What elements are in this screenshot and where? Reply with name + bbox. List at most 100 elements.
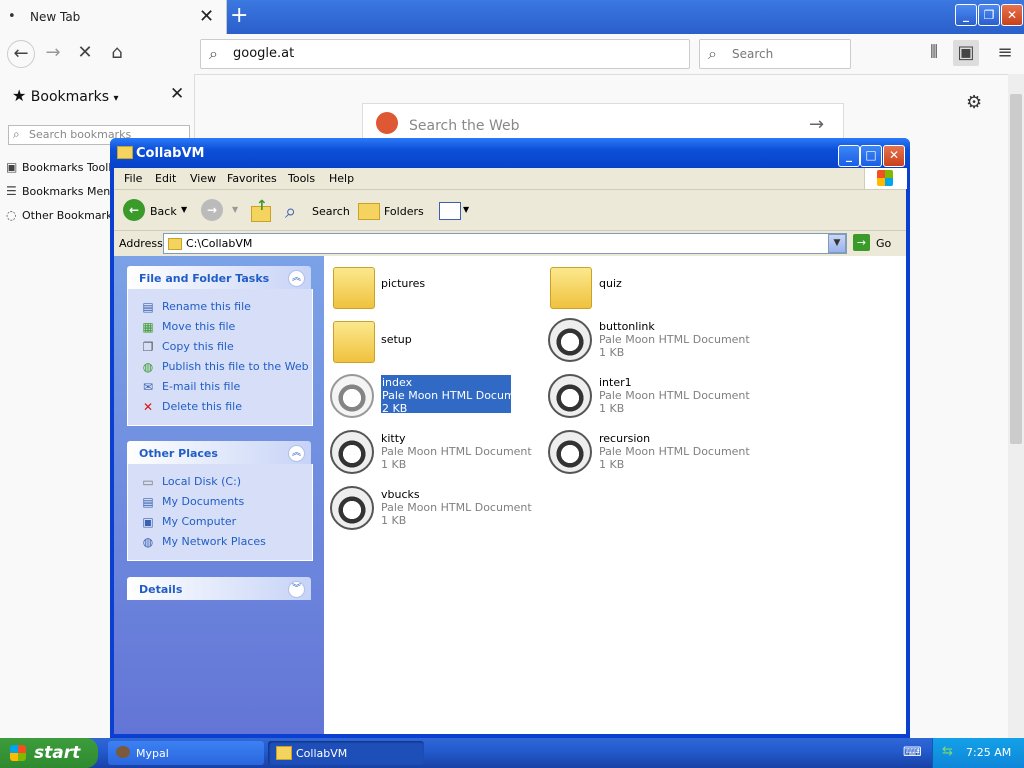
place-my-computer[interactable]: My Computer: [162, 515, 236, 528]
place-network[interactable]: My Network Places: [162, 535, 266, 548]
menu-tools[interactable]: Tools: [288, 172, 315, 185]
sidebar-item-other[interactable]: Other Bookmarks: [22, 209, 112, 222]
taskbar-item-collabvm[interactable]: CollabVM: [268, 741, 424, 765]
sidebar-item-menu[interactable]: Bookmarks Menu: [22, 185, 112, 198]
search-icon: ⌕: [708, 44, 717, 63]
menu-favorites[interactable]: Favorites: [227, 172, 277, 185]
task-rename[interactable]: Rename this file: [162, 300, 251, 313]
back-button-label[interactable]: Back: [150, 205, 177, 218]
sidebar-item-toolbar[interactable]: Bookmarks Toolbar: [22, 161, 112, 174]
arrow-right-icon[interactable]: →: [809, 114, 824, 135]
folder-icon[interactable]: [333, 321, 375, 363]
chevron-up-icon[interactable]: ︽: [288, 445, 305, 462]
raccoon-html-icon[interactable]: [548, 430, 592, 474]
search-bar[interactable]: ⌕ Search: [699, 39, 851, 69]
library-icon[interactable]: ⫴: [921, 40, 947, 66]
raccoon-html-icon[interactable]: [330, 430, 374, 474]
sidebar-title[interactable]: ★ Bookmarks ▾: [12, 86, 119, 105]
file-name[interactable]: inter1: [599, 376, 632, 389]
raccoon-html-icon[interactable]: [548, 374, 592, 418]
explorer-maximize-button[interactable]: □: [860, 145, 882, 167]
explorer-title-bar[interactable]: CollabVM: [110, 138, 910, 168]
raccoon-html-icon[interactable]: [330, 486, 374, 530]
file-name[interactable]: kitty: [381, 432, 406, 445]
home-icon[interactable]: ⌂: [104, 40, 130, 66]
back-icon[interactable]: ←: [123, 199, 145, 221]
windows-flag-icon: [10, 745, 26, 761]
menu-view[interactable]: View: [190, 172, 216, 185]
network-icon[interactable]: ⇆: [942, 744, 953, 759]
file-name[interactable]: buttonlink: [599, 320, 655, 333]
delete-icon: ✕: [142, 400, 154, 414]
gear-icon[interactable]: ⚙: [966, 92, 982, 113]
folders-icon[interactable]: [358, 203, 380, 220]
stop-icon[interactable]: ✕: [72, 40, 98, 66]
file-type: Pale Moon HTML Document: [599, 333, 750, 346]
menu-file[interactable]: File: [124, 172, 142, 185]
task-move[interactable]: Move this file: [162, 320, 235, 333]
keyboard-icon[interactable]: ⌨: [903, 745, 922, 760]
star-icon: ★: [12, 86, 27, 105]
file-type: Pale Moon HTML Document: [599, 445, 750, 458]
taskbar-item-mypal[interactable]: Mypal: [108, 741, 264, 765]
file-name[interactable]: index: [382, 376, 412, 389]
explorer-minimize-button[interactable]: _: [838, 145, 860, 167]
folder-icon[interactable]: [550, 267, 592, 309]
place-local-disk[interactable]: Local Disk (C:): [162, 475, 241, 488]
forward-icon[interactable]: →: [201, 199, 223, 221]
place-my-documents[interactable]: My Documents: [162, 495, 244, 508]
move-icon: ▦: [142, 320, 154, 334]
chevron-down-icon[interactable]: ︾: [288, 581, 305, 598]
explorer-close-button[interactable]: ✕: [883, 145, 905, 167]
tab-new-tab[interactable]: • New Tab ✕: [0, 0, 227, 34]
menu-edit[interactable]: Edit: [155, 172, 176, 185]
file-name[interactable]: vbucks: [381, 488, 420, 501]
up-folder-icon[interactable]: ↑: [250, 198, 272, 222]
page-scrollbar[interactable]: [1008, 74, 1024, 738]
back-dropdown-icon[interactable]: ▼: [181, 205, 187, 214]
new-tab-button[interactable]: +: [230, 3, 248, 28]
scrollbar-thumb[interactable]: [1010, 94, 1022, 444]
details-header[interactable]: Details ︾: [127, 577, 311, 600]
search-button-label[interactable]: Search: [312, 205, 350, 218]
menu-help[interactable]: Help: [329, 172, 354, 185]
file-name[interactable]: quiz: [599, 277, 622, 290]
folders-button-label[interactable]: Folders: [384, 205, 424, 218]
task-copy[interactable]: Copy this file: [162, 340, 234, 353]
sidebar-close-icon[interactable]: ✕: [170, 84, 184, 104]
folder-icon[interactable]: [333, 267, 375, 309]
taskbar-item-label: CollabVM: [296, 747, 348, 760]
file-folder-tasks-header[interactable]: File and Folder Tasks ︽: [127, 266, 311, 289]
task-publish[interactable]: Publish this file to the Web: [162, 360, 309, 373]
folder-icon: ◌: [6, 208, 17, 222]
raccoon-html-icon[interactable]: [548, 318, 592, 362]
views-icon[interactable]: [439, 202, 461, 220]
url-bar[interactable]: ⌕ google.at: [200, 39, 690, 69]
minimize-button[interactable]: _: [955, 4, 977, 26]
views-dropdown-icon[interactable]: ▼: [463, 205, 469, 214]
forward-dropdown-icon[interactable]: ▼: [232, 205, 238, 214]
back-arrow-icon[interactable]: ←: [7, 40, 35, 68]
web-search-box[interactable]: Search the Web →: [362, 103, 844, 139]
menu-icon[interactable]: ≡: [992, 40, 1018, 66]
address-dropdown-icon[interactable]: ▼: [828, 234, 846, 253]
start-button[interactable]: start: [0, 738, 98, 768]
close-button[interactable]: ✕: [1001, 4, 1023, 26]
restore-button[interactable]: ❐: [978, 4, 1000, 26]
other-places-header[interactable]: Other Places ︽: [127, 441, 311, 464]
file-name[interactable]: recursion: [599, 432, 650, 445]
go-button-label[interactable]: Go: [876, 237, 891, 250]
raccoon-html-icon[interactable]: [330, 374, 374, 418]
address-input[interactable]: C:\CollabVM: [163, 233, 847, 254]
sidebar-toggle-icon[interactable]: ▣: [953, 40, 979, 66]
file-size: 1 KB: [599, 458, 625, 471]
tab-close-icon[interactable]: ✕: [199, 6, 214, 27]
task-delete[interactable]: Delete this file: [162, 400, 242, 413]
chevron-up-icon[interactable]: ︽: [288, 270, 305, 287]
search-icon[interactable]: ⌕: [285, 199, 296, 223]
go-arrow-icon[interactable]: →: [853, 234, 870, 251]
task-email[interactable]: E-mail this file: [162, 380, 240, 393]
forward-arrow-icon[interactable]: →: [40, 40, 66, 66]
file-name[interactable]: pictures: [381, 277, 425, 290]
file-name[interactable]: setup: [381, 333, 412, 346]
